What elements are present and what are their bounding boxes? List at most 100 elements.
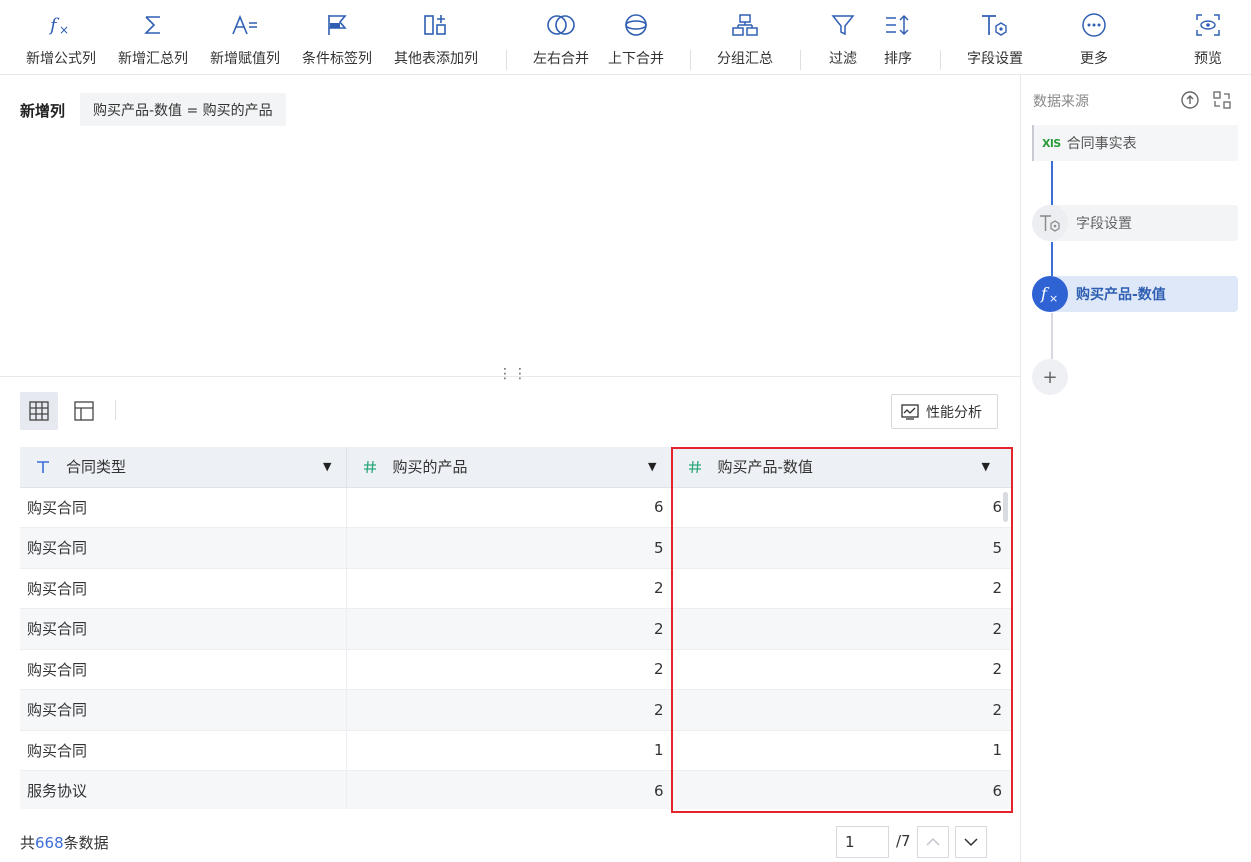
toolbar: f× 新增公式列 新增汇总列 新增赋值列 条件标签列 其他表添加列 左右合并 — [0, 0, 1251, 75]
table-cell[interactable]: 购买合同 — [20, 487, 347, 528]
field-settings-node[interactable]: 字段设置 — [1032, 205, 1238, 241]
formula-section-label: 新增列 — [20, 102, 66, 120]
table-cell[interactable]: 2 — [671, 689, 1012, 731]
column-header-contract-type[interactable]: 合同类型 ▼ — [20, 447, 347, 488]
caret-down-icon[interactable]: ▼ — [648, 460, 656, 473]
table-row[interactable]: 购买合同 1 1 — [20, 730, 1012, 771]
source-node-label: 合同事实表 — [1066, 136, 1137, 152]
toolbar-divider — [506, 50, 507, 70]
flow-connector — [1051, 161, 1053, 205]
count-value: 668 — [35, 834, 64, 852]
view-divider — [115, 400, 116, 420]
caret-down-icon[interactable]: ▼ — [323, 460, 331, 473]
prev-page-button[interactable] — [917, 826, 949, 858]
formula-icon: f × — [1032, 276, 1068, 312]
table-cell[interactable]: 1 — [671, 730, 1012, 771]
merge-vertical-button[interactable]: 上下合并 — [601, 0, 671, 75]
condition-tag-column-button[interactable]: 条件标签列 — [294, 0, 380, 75]
data-flow-panel: 数据来源 XlS 合同事实表 字段设置 f × 购买产品-数值 + — [1020, 75, 1251, 862]
table-cell[interactable]: 2 — [346, 568, 672, 609]
toolbar-label: 排序 — [884, 51, 912, 67]
more-icon — [1074, 0, 1114, 50]
field-settings-icon — [975, 0, 1015, 50]
table-cell[interactable]: 2 — [671, 649, 1012, 690]
history-button[interactable] — [1179, 89, 1201, 111]
table-cell[interactable]: 购买合同 — [20, 527, 347, 569]
table-cell[interactable]: 购买合同 — [20, 568, 347, 609]
toolbar-label: 新增汇总列 — [118, 51, 188, 67]
toolbar-divider — [690, 50, 691, 70]
toolbar-label: 更多 — [1080, 51, 1108, 67]
table-header-row: 合同类型 ▼ 购买的产品 ▼ 购买产品-数值 ▼ — [20, 447, 1012, 488]
table-cell[interactable]: 1 — [346, 730, 672, 771]
sum-icon — [133, 0, 173, 50]
toolbar-divider — [800, 50, 801, 70]
vertical-scrollbar[interactable] — [1003, 492, 1008, 522]
table-cell[interactable]: 6 — [346, 770, 672, 809]
field-settings-button[interactable]: 字段设置 — [960, 0, 1030, 75]
toolbar-label: 上下合并 — [608, 51, 664, 67]
toolbar-label: 新增公式列 — [26, 51, 96, 67]
table-cell[interactable]: 2 — [346, 689, 672, 731]
preview-button[interactable]: 预览 — [1188, 0, 1228, 75]
toolbar-label: 左右合并 — [533, 51, 589, 67]
grid-view-button[interactable] — [20, 392, 58, 430]
table-cell[interactable]: 6 — [346, 487, 672, 528]
table-cell[interactable]: 购买合同 — [20, 649, 347, 690]
table-cell[interactable]: 5 — [671, 527, 1012, 569]
add-column-from-table-button[interactable]: 其他表添加列 — [386, 0, 486, 75]
add-summary-column-button[interactable]: 新增汇总列 — [110, 0, 196, 75]
table-cell[interactable]: 购买合同 — [20, 608, 347, 650]
group-summary-button[interactable]: 分组汇总 — [710, 0, 780, 75]
text-type-icon — [34, 460, 52, 474]
add-step-button[interactable]: + — [1032, 359, 1068, 395]
flow-connector — [1051, 313, 1053, 359]
table-cell[interactable]: 2 — [671, 568, 1012, 609]
formula-node[interactable]: f × 购买产品-数值 — [1032, 276, 1238, 312]
table-row[interactable]: 购买合同 2 2 — [20, 568, 1012, 609]
table-cell[interactable]: 5 — [346, 527, 672, 569]
sort-button[interactable]: 排序 — [878, 0, 918, 75]
source-node[interactable]: XlS 合同事实表 — [1032, 125, 1238, 161]
table-row[interactable]: 购买合同 5 5 — [20, 527, 1012, 569]
group-icon — [725, 0, 765, 50]
flow-connector — [1051, 242, 1053, 276]
table-cell[interactable]: 2 — [346, 649, 672, 690]
add-assign-column-button[interactable]: 新增赋值列 — [202, 0, 288, 75]
table-cell[interactable]: 2 — [346, 608, 672, 650]
table-cell[interactable]: 6 — [671, 770, 1012, 809]
performance-analysis-button[interactable]: 性能分析 — [891, 394, 998, 429]
column-header-purchase-product-value[interactable]: 购买产品-数值 ▼ — [671, 447, 1012, 488]
assign-icon — [225, 0, 265, 50]
layout-view-button[interactable] — [65, 392, 103, 430]
toolbar-label: 字段设置 — [967, 51, 1023, 67]
table-cell[interactable]: 购买合同 — [20, 730, 347, 771]
merge-horizontal-button[interactable]: 左右合并 — [526, 0, 596, 75]
add-formula-column-button[interactable]: f × 新增公式列 — [18, 0, 104, 75]
formula-expression[interactable]: 购买产品-数值 = 购买的产品 — [80, 93, 286, 126]
page-number-input[interactable] — [836, 826, 889, 858]
table-row[interactable]: 购买合同 2 2 — [20, 689, 1012, 731]
more-button[interactable]: 更多 — [1074, 0, 1114, 75]
column-header-purchased-product[interactable]: 购买的产品 ▼ — [346, 447, 672, 488]
layout-icon — [74, 401, 94, 421]
switch-layout-button[interactable] — [1211, 89, 1233, 111]
table-cell[interactable]: 购买合同 — [20, 689, 347, 731]
table-row[interactable]: 服务协议 6 6 — [20, 770, 1012, 809]
table-cell[interactable]: 6 — [671, 487, 1012, 528]
splitter-grip-icon[interactable]: ⋮⋮ — [498, 366, 528, 382]
merge-horizontal-icon — [541, 0, 581, 50]
table-row[interactable]: 购买合同 6 6 — [20, 487, 1012, 528]
sort-icon — [878, 0, 918, 50]
caret-down-icon[interactable]: ▼ — [982, 460, 990, 473]
table-row[interactable]: 购买合同 2 2 — [20, 608, 1012, 650]
table-row[interactable]: 购买合同 2 2 — [20, 649, 1012, 690]
history-icon — [1181, 91, 1199, 109]
filter-button[interactable]: 过滤 — [823, 0, 863, 75]
next-page-button[interactable] — [955, 826, 987, 858]
toolbar-label: 过滤 — [829, 51, 857, 67]
svg-text:×: × — [1049, 292, 1058, 305]
table-cell[interactable]: 2 — [671, 608, 1012, 650]
table-cell[interactable]: 服务协议 — [20, 770, 347, 809]
data-grid: 合同类型 ▼ 购买的产品 ▼ 购买产品-数值 ▼ 购买合同 6 6 购买合同 5… — [20, 447, 1012, 809]
